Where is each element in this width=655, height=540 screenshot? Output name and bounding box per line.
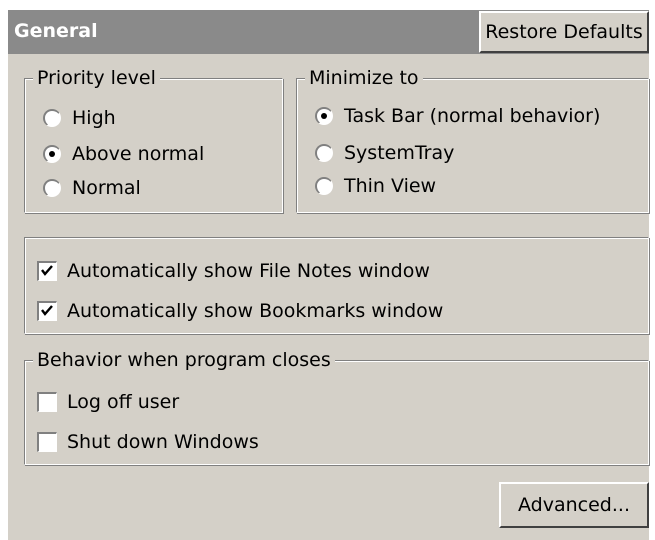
close-behavior-group: Behavior when program closes Log off use… <box>24 348 649 465</box>
priority-level-legend: Priority level <box>33 66 160 90</box>
radio-button-icon <box>43 109 61 127</box>
radio-label: Normal <box>72 177 141 199</box>
advanced-button[interactable]: Advanced... <box>499 482 649 528</box>
radio-button-icon <box>315 177 333 195</box>
radio-label: SystemTray <box>344 142 455 164</box>
checkbox-icon <box>37 432 57 452</box>
checkbox-label: Log off user <box>67 391 180 413</box>
radio-label: Above normal <box>72 143 205 165</box>
checkbox-show-bookmarks[interactable]: Automatically show Bookmarks window <box>37 298 443 324</box>
radio-label: Task Bar (normal behavior) <box>344 105 601 127</box>
checkbox-icon <box>37 392 57 412</box>
radio-button-icon <box>315 107 333 125</box>
minimize-to-group: Minimize to Task Bar (normal behavior) S… <box>296 66 649 213</box>
checkbox-shut-down-windows[interactable]: Shut down Windows <box>37 429 259 455</box>
radio-label: Thin View <box>344 175 437 197</box>
checkbox-log-off-user[interactable]: Log off user <box>37 389 179 415</box>
checkbox-show-file-notes[interactable]: Automatically show File Notes window <box>37 258 430 284</box>
radio-priority-normal[interactable]: Normal <box>43 175 141 201</box>
radio-minimize-thinview[interactable]: Thin View <box>315 173 436 199</box>
close-behavior-legend: Behavior when program closes <box>33 348 335 372</box>
page-title: General <box>14 20 98 42</box>
radio-button-icon <box>315 144 333 162</box>
radio-button-icon <box>43 179 61 197</box>
radio-button-icon <box>43 145 61 163</box>
radio-priority-high[interactable]: High <box>43 105 116 131</box>
radio-priority-above-normal[interactable]: Above normal <box>43 141 204 167</box>
radio-label: High <box>72 107 116 129</box>
checkbox-label: Automatically show Bookmarks window <box>67 300 444 322</box>
checkbox-icon <box>37 301 57 321</box>
checkbox-label: Shut down Windows <box>67 431 259 453</box>
restore-defaults-button[interactable]: Restore Defaults <box>479 11 649 53</box>
checkbox-icon <box>37 261 57 281</box>
radio-minimize-taskbar[interactable]: Task Bar (normal behavior) <box>315 103 600 129</box>
priority-level-group: Priority level High Above normal Normal <box>24 66 283 213</box>
minimize-to-legend: Minimize to <box>305 66 423 90</box>
checkbox-label: Automatically show File Notes window <box>67 260 430 282</box>
auto-show-group: Automatically show File Notes window Aut… <box>24 237 649 334</box>
general-settings-panel: General Restore Defaults Priority level … <box>8 10 649 540</box>
radio-minimize-systemtray[interactable]: SystemTray <box>315 140 454 166</box>
